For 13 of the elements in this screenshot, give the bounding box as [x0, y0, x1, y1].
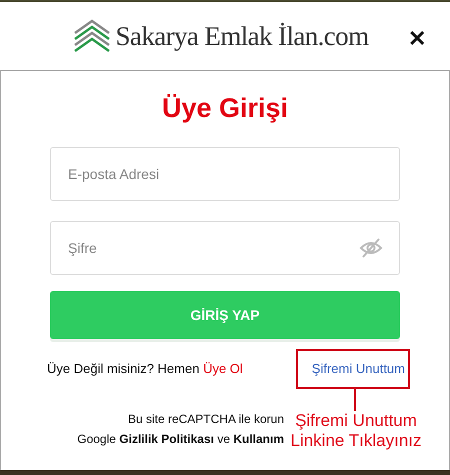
- password-field[interactable]: Şifre: [50, 221, 400, 275]
- eye-slash-icon[interactable]: [359, 238, 383, 258]
- logo-icon: [74, 19, 110, 53]
- annotation-text: Şifremi Unuttum Linkine Tıklayınız: [289, 411, 423, 451]
- logo-text: Sakarya Emlak İlan.com: [116, 20, 368, 53]
- forgot-password-link[interactable]: Şifremi Unuttum: [312, 361, 405, 376]
- login-title: Üye Girişi: [160, 93, 290, 125]
- recaptcha-text: Google Gizlilik Politikası ve Kullanım: [76, 431, 284, 448]
- recaptcha-text: Bu site reCAPTCHA ile korun: [126, 411, 284, 428]
- signup-text: Üye Değil misiniz? Hemen Üye Ol: [47, 361, 243, 376]
- signup-link[interactable]: Üye Ol: [203, 361, 243, 376]
- close-button[interactable]: ✕: [408, 28, 426, 50]
- email-field[interactable]: E-posta Adresi: [50, 147, 400, 201]
